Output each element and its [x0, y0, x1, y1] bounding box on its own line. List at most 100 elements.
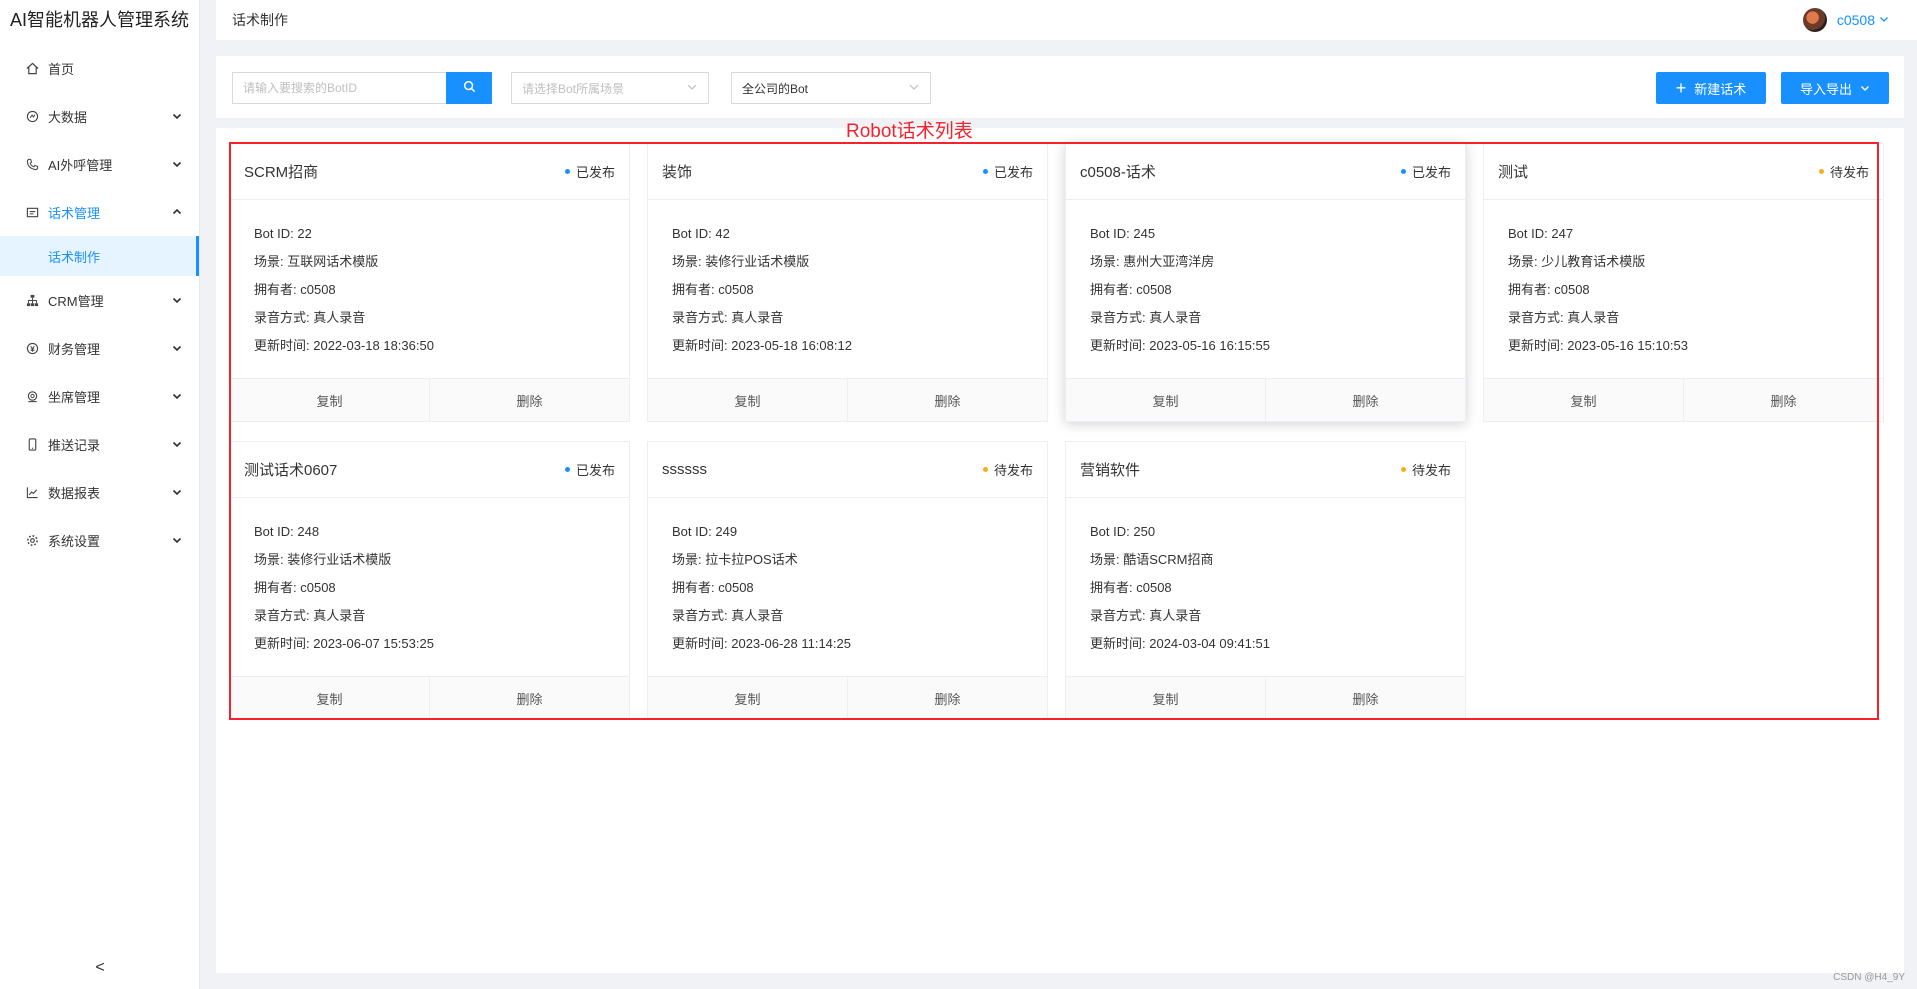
copy-button[interactable]: 复制: [648, 677, 847, 719]
chevron-down-icon: [1879, 11, 1889, 29]
top-header: 话术制作 c0508: [216, 0, 1917, 40]
sidebar-item-report[interactable]: 数据报表: [0, 468, 199, 516]
script-card[interactable]: 测试 待发布 Bot ID: 247 场景: 少儿教育话术模版 拥有者: c0508 录音…: [1483, 143, 1884, 422]
card-body: Bot ID: 249 场景: 拉卡拉POS话术 拥有者: c0508 录音方式: 真…: [648, 498, 1047, 677]
script-card[interactable]: 营销软件 待发布 Bot ID: 250 场景: 酷语SCRM招商 拥有者: c0508…: [1065, 441, 1466, 720]
scene-row: 场景: 装修行业话术模版: [254, 552, 392, 567]
copy-button[interactable]: 复制: [648, 379, 847, 421]
copy-button[interactable]: 复制: [230, 379, 429, 421]
updated-time-row: 更新时间: 2023-05-16 16:15:55: [1090, 338, 1270, 353]
agent-icon: [24, 388, 40, 404]
card-header: ssssss 待发布: [648, 442, 1047, 498]
sidebar-item-agent[interactable]: 坐席管理: [0, 372, 199, 420]
record-mode-row: 录音方式: 真人录音: [1090, 310, 1202, 325]
scene-row: 场景: 装修行业话术模版: [672, 254, 810, 269]
card-actions: 复制 删除: [648, 676, 1047, 719]
card-actions: 复制 删除: [648, 378, 1047, 421]
script-card[interactable]: ssssss 待发布 Bot ID: 249 场景: 拉卡拉POS话术 拥有者: c05…: [647, 441, 1048, 720]
script-card[interactable]: c0508-话术 已发布 Bot ID: 245 场景: 惠州大亚湾洋房 拥有者: c0…: [1065, 143, 1466, 422]
new-script-button[interactable]: + 新建话术: [1656, 72, 1766, 104]
status-badge: 待发布: [1400, 460, 1451, 479]
sidebar-item-push[interactable]: 推送记录: [0, 420, 199, 468]
owner-row: 拥有者: c0508: [1508, 282, 1590, 297]
bot-id-row: Bot ID: 247: [1508, 226, 1574, 241]
card-body: Bot ID: 22 场景: 互联网话术模版 拥有者: c0508 录音方式: 真人录…: [230, 200, 629, 379]
delete-button[interactable]: 删除: [429, 677, 629, 719]
delete-button[interactable]: 删除: [1683, 379, 1883, 421]
card-title: 装饰: [662, 164, 693, 181]
chevron-down-icon: [171, 294, 183, 306]
copy-button[interactable]: 复制: [230, 677, 429, 719]
finance-icon: [24, 340, 40, 356]
sidebar-item-home[interactable]: 首页: [0, 44, 199, 92]
chevron-down-icon: [1860, 81, 1870, 96]
scene-row: 场景: 互联网话术模版: [254, 254, 379, 269]
scene-select[interactable]: 请选择Bot所属场景: [511, 72, 709, 104]
user-menu[interactable]: c0508: [1802, 8, 1889, 32]
bot-id-row: Bot ID: 22: [254, 226, 312, 241]
record-mode-row: 录音方式: 真人录音: [1090, 608, 1202, 623]
line-chart-icon: [24, 484, 40, 500]
page-title: 话术制作: [232, 12, 288, 28]
sidebar-item-finance[interactable]: 财务管理: [0, 324, 199, 372]
sidebar-item-crm[interactable]: CRM管理: [0, 276, 199, 324]
chevron-down-icon: [171, 438, 183, 450]
sidebar-item-settings[interactable]: 系统设置: [0, 516, 199, 564]
chevron-down-icon: [171, 342, 183, 354]
sidebar-item-ai-call[interactable]: AI外呼管理: [0, 140, 199, 188]
card-body: Bot ID: 248 场景: 装修行业话术模版 拥有者: c0508 录音方式: 真…: [230, 498, 629, 677]
chevron-down-icon: [171, 534, 183, 546]
copy-button[interactable]: 复制: [1066, 379, 1265, 421]
app-title: AI智能机器人管理系统: [10, 10, 190, 30]
status-dot: [1400, 169, 1406, 174]
updated-time-row: 更新时间: 2024-03-04 09:41:51: [1090, 636, 1270, 651]
status-dot: [982, 169, 988, 174]
record-mode-row: 录音方式: 真人录音: [672, 608, 784, 623]
delete-button[interactable]: 删除: [1265, 677, 1465, 719]
home-icon: [24, 60, 40, 76]
chevron-down-icon: [171, 158, 183, 170]
delete-button[interactable]: 删除: [847, 677, 1047, 719]
owner-row: 拥有者: c0508: [254, 282, 336, 297]
data-icon: [24, 108, 40, 124]
script-card[interactable]: SCRM招商 已发布 Bot ID: 22 场景: 互联网话术模版 拥有者: c0508…: [229, 143, 630, 422]
mobile-icon: [24, 436, 40, 452]
chevron-up-icon: [171, 206, 183, 218]
delete-button[interactable]: 删除: [847, 379, 1047, 421]
sidebar-subitem-script-make[interactable]: 话术制作: [0, 236, 199, 276]
sidebar-item-bigdata[interactable]: 大数据: [0, 92, 199, 140]
record-mode-row: 录音方式: 真人录音: [1508, 310, 1620, 325]
sidebar-item-script[interactable]: 话术管理: [0, 188, 199, 236]
copy-button[interactable]: 复制: [1484, 379, 1683, 421]
search-button[interactable]: [446, 72, 492, 104]
delete-button[interactable]: 删除: [429, 379, 629, 421]
status-badge: 已发布: [1400, 162, 1451, 181]
copy-button[interactable]: 复制: [1066, 677, 1265, 719]
import-export-button[interactable]: 导入导出: [1781, 72, 1889, 104]
card-header: SCRM招商 已发布: [230, 144, 629, 200]
status-badge: 已发布: [564, 460, 615, 479]
card-actions: 复制 删除: [1066, 676, 1465, 719]
status-dot: [1400, 467, 1406, 472]
script-list-panel: Robot话术列表 SCRM招商 已发布 Bot ID: 22 场景: 互联网话术模版…: [216, 121, 1904, 973]
annotation-label: Robot话术列表: [846, 121, 973, 142]
sidebar-collapse-button[interactable]: <: [0, 959, 200, 977]
script-icon: [24, 204, 40, 220]
owner-row: 拥有者: c0508: [1090, 580, 1172, 595]
card-header: 营销软件 待发布: [1066, 442, 1465, 498]
owner-row: 拥有者: c0508: [672, 580, 754, 595]
delete-button[interactable]: 删除: [1265, 379, 1465, 421]
search-icon: [463, 80, 476, 96]
record-mode-row: 录音方式: 真人录音: [672, 310, 784, 325]
status-badge: 待发布: [982, 460, 1033, 479]
script-card[interactable]: 测试话术0607 已发布 Bot ID: 248 场景: 装修行业话术模版 拥有者: c…: [229, 441, 630, 720]
bot-id-row: Bot ID: 42: [672, 226, 730, 241]
script-card[interactable]: 装饰 已发布 Bot ID: 42 场景: 装修行业话术模版 拥有者: c0508 录音方…: [647, 143, 1048, 422]
sidebar-menu: 首页 大数据 AI外呼管理 话术管理 话术制作 CRM管理 财务管理 坐席管理 …: [0, 44, 199, 564]
updated-time-row: 更新时间: 2023-06-07 15:53:25: [254, 636, 434, 651]
card-body: Bot ID: 245 场景: 惠州大亚湾洋房 拥有者: c0508 录音方式: 真人…: [1066, 200, 1465, 379]
search-input[interactable]: [232, 72, 446, 104]
card-header: 测试 待发布: [1484, 144, 1883, 200]
bot-scope-select[interactable]: 全公司的Bot: [731, 72, 931, 104]
scene-row: 场景: 拉卡拉POS话术: [672, 552, 798, 567]
